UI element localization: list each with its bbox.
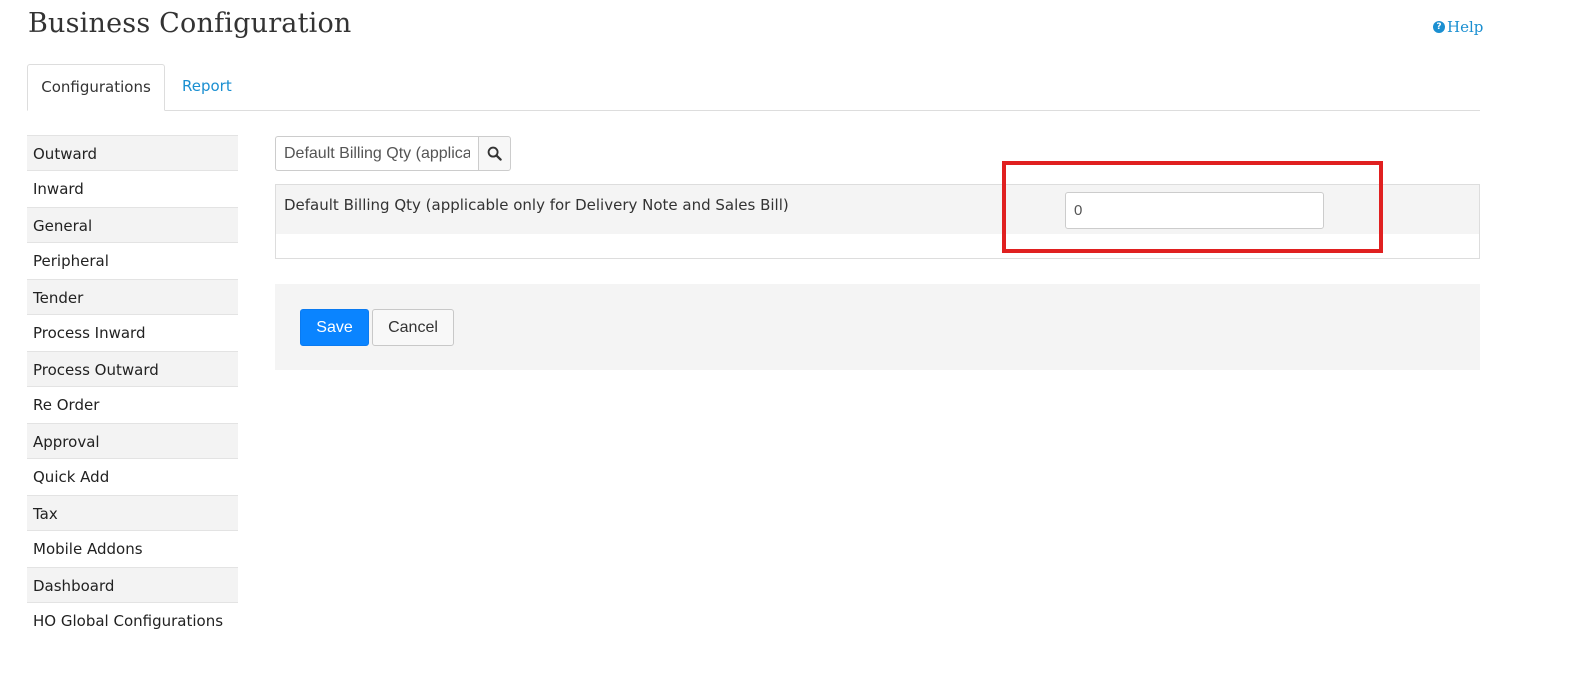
help-label: Help bbox=[1447, 18, 1484, 36]
sidebar-item-peripheral[interactable]: Peripheral bbox=[27, 243, 238, 279]
sidebar-item-tax[interactable]: Tax bbox=[27, 495, 238, 531]
sidebar-item-dashboard[interactable]: Dashboard bbox=[27, 567, 238, 603]
sidebar-item-process-inward[interactable]: Process Inward bbox=[27, 315, 238, 351]
sidebar-item-mobile-addons[interactable]: Mobile Addons bbox=[27, 531, 238, 567]
sidebar-item-tender[interactable]: Tender bbox=[27, 279, 238, 315]
tab-configurations[interactable]: Configurations bbox=[27, 64, 165, 111]
default-billing-qty-input[interactable] bbox=[1065, 192, 1324, 229]
sidebar-item-process-outward[interactable]: Process Outward bbox=[27, 351, 238, 387]
config-search bbox=[275, 136, 511, 171]
search-icon bbox=[487, 146, 502, 161]
page-title: Business Configuration bbox=[28, 8, 352, 39]
sidebar: Outward Inward General Peripheral Tender… bbox=[27, 135, 238, 639]
sidebar-item-general[interactable]: General bbox=[27, 207, 238, 243]
sidebar-item-inward[interactable]: Inward bbox=[27, 171, 238, 207]
help-link[interactable]: ? Help bbox=[1433, 18, 1483, 36]
config-label: Default Billing Qty (applicable only for… bbox=[284, 196, 789, 214]
sidebar-item-approval[interactable]: Approval bbox=[27, 423, 238, 459]
search-button[interactable] bbox=[478, 136, 511, 171]
sidebar-item-outward[interactable]: Outward bbox=[27, 135, 238, 171]
sidebar-item-ho-global-configurations[interactable]: HO Global Configurations bbox=[27, 603, 238, 639]
sidebar-item-quick-add[interactable]: Quick Add bbox=[27, 459, 238, 495]
tab-report[interactable]: Report bbox=[182, 64, 232, 109]
search-input[interactable] bbox=[275, 136, 478, 171]
cancel-button[interactable]: Cancel bbox=[372, 309, 454, 346]
action-bar: Save Cancel bbox=[275, 284, 1480, 370]
config-row: Default Billing Qty (applicable only for… bbox=[276, 185, 1479, 234]
config-panel: Default Billing Qty (applicable only for… bbox=[275, 184, 1480, 259]
help-icon: ? bbox=[1433, 21, 1445, 33]
save-button[interactable]: Save bbox=[300, 309, 369, 346]
tab-bar: Configurations Report bbox=[27, 64, 1480, 111]
sidebar-item-re-order[interactable]: Re Order bbox=[27, 387, 238, 423]
